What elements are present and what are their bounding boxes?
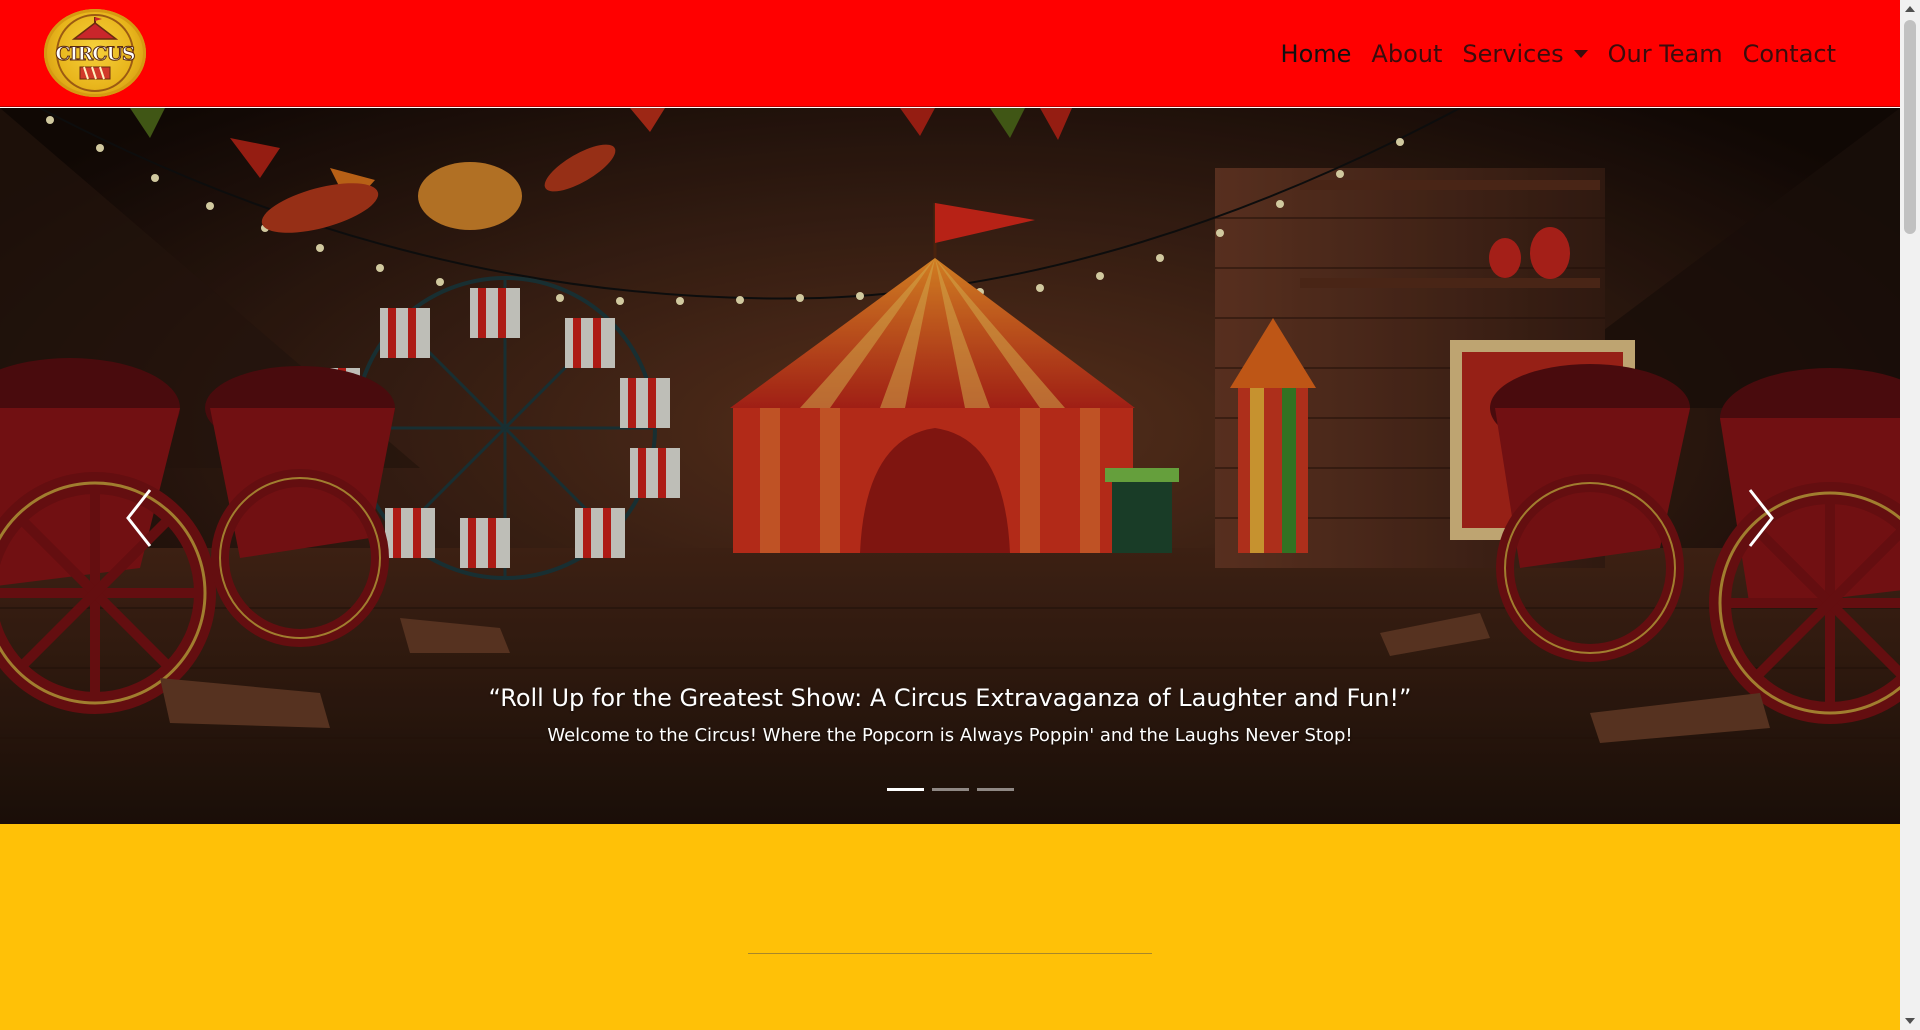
carousel-indicators xyxy=(0,788,1900,791)
nav-menu: Home About Services Our Team Contact xyxy=(1271,36,1846,72)
nav-services[interactable]: Services xyxy=(1452,36,1597,72)
carousel-indicator-2[interactable] xyxy=(931,788,969,791)
carousel-next-button[interactable] xyxy=(1730,478,1790,558)
scrollbar-thumb[interactable] xyxy=(1904,20,1916,234)
yellow-section xyxy=(0,824,1900,1030)
chevron-left-icon xyxy=(126,489,152,547)
caption-text: Welcome to the Circus! Where the Popcorn… xyxy=(547,725,1353,746)
scroll-up-arrow-icon[interactable] xyxy=(1900,0,1920,18)
chevron-right-icon xyxy=(1748,489,1774,547)
hero-carousel: “Roll Up for the Greatest Show: A Circus… xyxy=(0,108,1900,824)
carousel-indicator-1[interactable] xyxy=(886,788,924,791)
logo-wordmark: CIRCUS xyxy=(55,43,136,66)
nav-about[interactable]: About xyxy=(1361,36,1452,72)
navbar: CIRCUS Home About Services Our Team Cont… xyxy=(0,0,1900,107)
circus-logo[interactable]: CIRCUS xyxy=(44,9,146,97)
carousel-caption: “Roll Up for the Greatest Show: A Circus… xyxy=(0,678,1900,750)
scroll-down-arrow-icon[interactable] xyxy=(1900,1012,1920,1030)
carousel-prev-button[interactable] xyxy=(110,478,170,558)
caption-title: “Roll Up for the Greatest Show: A Circus… xyxy=(488,684,1412,712)
carousel-indicator-3[interactable] xyxy=(976,788,1014,791)
nav-contact[interactable]: Contact xyxy=(1733,36,1846,72)
page-scrollbar[interactable] xyxy=(1900,0,1920,1030)
caret-down-icon xyxy=(1573,50,1588,58)
nav-our-team[interactable]: Our Team xyxy=(1598,36,1733,72)
nav-services-label: Services xyxy=(1462,40,1564,68)
page: CIRCUS Home About Services Our Team Cont… xyxy=(0,0,1900,1030)
section-divider xyxy=(748,953,1152,954)
nav-home[interactable]: Home xyxy=(1271,36,1362,72)
